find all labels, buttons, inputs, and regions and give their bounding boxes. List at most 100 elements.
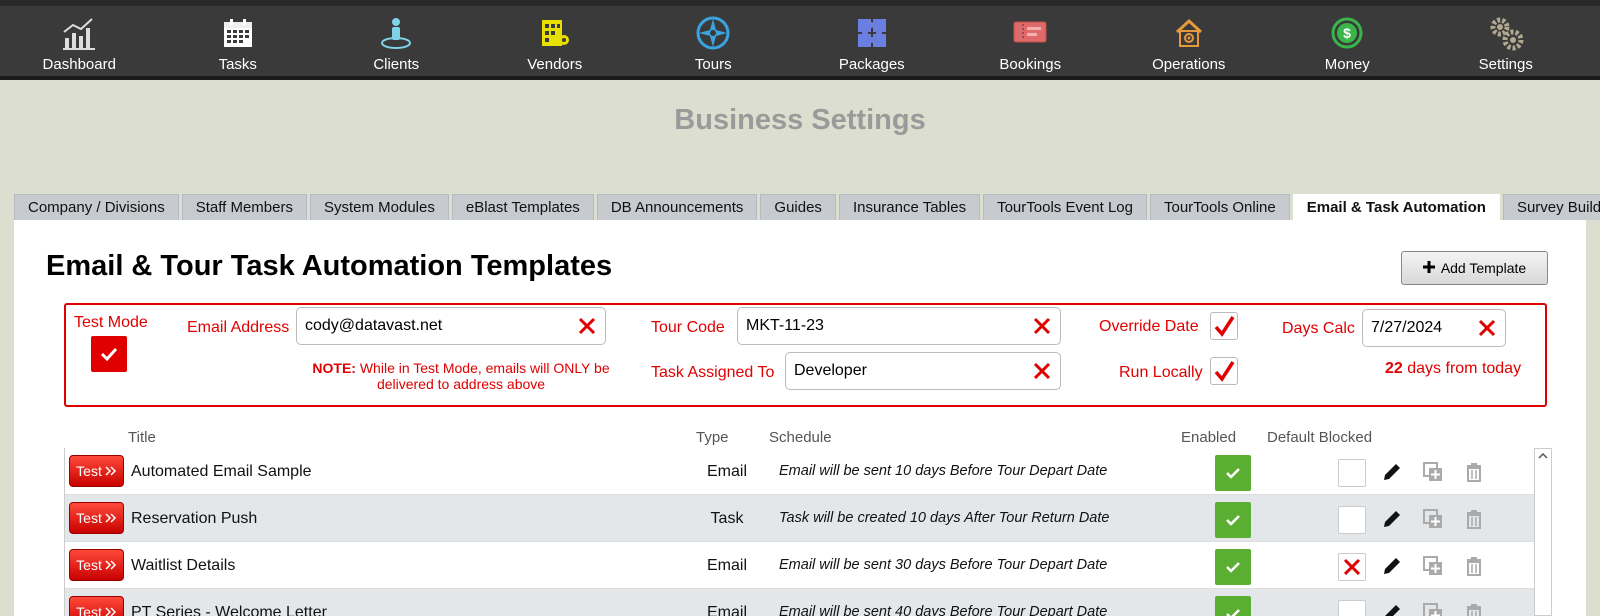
add-template-button[interactable]: Add Template [1401,251,1548,285]
nav-label: Tours [694,56,732,73]
override-date-checkbox[interactable] [1210,312,1238,340]
test-button[interactable]: Test [69,455,124,487]
email-address-field[interactable]: cody@datavast.net [296,307,606,345]
nav-money[interactable]: $ Money [1268,6,1427,76]
nav-clients[interactable]: Clients [317,6,476,76]
nav-packages[interactable]: Packages [793,6,952,76]
enabled-checkbox[interactable] [1215,549,1251,585]
blocked-checkbox[interactable] [1338,600,1366,616]
table-row[interactable]: Test Waitlist Details Email Email will b… [65,542,1534,589]
puzzle-icon [853,14,891,52]
tab-db-announcements[interactable]: DB Announcements [596,194,758,220]
test-button[interactable]: Test [69,549,124,581]
check-icon [100,347,118,361]
row-schedule: Email will be sent 30 days Before Tour D… [779,557,1108,573]
duplicate-icon[interactable] [1422,508,1444,530]
enabled-checkbox[interactable] [1215,455,1251,491]
clear-email-icon[interactable] [577,316,597,336]
row-schedule: Email will be sent 40 days Before Tour D… [779,604,1108,616]
col-header-schedule[interactable]: Schedule [769,429,832,446]
money-icon: $ [1328,14,1366,52]
task-assigned-field[interactable]: Developer [785,352,1061,390]
edit-icon[interactable] [1381,508,1403,530]
clear-days-calc-icon[interactable] [1477,318,1497,338]
edit-icon[interactable] [1381,461,1403,483]
col-header-type[interactable]: Type [696,429,729,446]
nav-operations[interactable]: Operations [1110,6,1269,76]
nav-tasks[interactable]: Tasks [159,6,318,76]
test-button-label: Test [76,463,102,479]
table-row[interactable]: Test PT Series - Welcome Letter Email Em… [65,589,1534,616]
test-mode-label: Test Mode [74,314,148,331]
enabled-checkbox[interactable] [1215,502,1251,538]
tab-email-task-automation[interactable]: Email & Task Automation [1292,194,1500,220]
tour-code-field[interactable]: MKT-11-23 [737,307,1061,345]
tab-insurance-tables[interactable]: Insurance Tables [838,194,981,220]
trash-icon[interactable] [1463,508,1485,530]
tab-eblast-templates[interactable]: eBlast Templates [451,194,594,220]
tab-system-modules[interactable]: System Modules [309,194,449,220]
col-header-default-blocked[interactable]: Default Blocked [1267,429,1372,446]
test-button[interactable]: Test [69,596,124,616]
tab-survey-builder[interactable]: Survey Builder [1502,194,1600,220]
nav-vendors[interactable]: Vendors [476,6,635,76]
blocked-checkbox[interactable] [1338,553,1366,581]
double-chevron-icon [105,560,116,570]
test-mode-checkbox[interactable] [91,336,127,372]
tour-code-label: Tour Code [651,319,725,336]
trash-icon[interactable] [1463,555,1485,577]
enabled-checkbox[interactable] [1215,596,1251,616]
duplicate-icon[interactable] [1422,555,1444,577]
table-row[interactable]: Test Reservation Push Task Task will be … [65,495,1534,542]
edit-icon[interactable] [1381,555,1403,577]
duplicate-icon[interactable] [1422,602,1444,616]
row-schedule: Task will be created 10 days After Tour … [779,510,1110,526]
run-locally-label: Run Locally [1119,364,1203,381]
row-title: Waitlist Details [131,557,236,574]
tab-event-log[interactable]: TourTools Event Log [983,194,1147,220]
test-mode-note: NOTE: While in Test Mode, emails will ON… [296,360,626,392]
blocked-checkbox[interactable] [1338,459,1366,487]
row-type: Email [706,557,747,574]
nav-dashboard[interactable]: Dashboard [0,6,159,76]
tab-staff-members[interactable]: Staff Members [181,194,307,220]
trash-icon[interactable] [1463,461,1485,483]
building-icon [536,14,574,52]
page-title: Business Settings [674,104,926,136]
chart-icon [60,14,98,52]
col-header-title[interactable]: Title [128,429,156,446]
clear-task-assigned-icon[interactable] [1032,361,1052,381]
nav-bookings[interactable]: Bookings [951,6,1110,76]
compass-icon [694,14,732,52]
top-nav: Dashboard Tasks Clients Vendors Tours Pa… [0,0,1600,80]
table-row[interactable]: Test Automated Email Sample Email Email … [65,448,1534,495]
section-title: Email & Tour Task Automation Templates [46,250,613,282]
trash-icon[interactable] [1463,602,1485,616]
check-icon [1214,361,1235,382]
nav-settings[interactable]: Settings [1427,6,1586,76]
days-from-today: 22 days from today [1385,360,1521,378]
run-locally-checkbox[interactable] [1210,357,1238,385]
edit-icon[interactable] [1381,602,1403,616]
double-chevron-icon [105,513,116,523]
duplicate-icon[interactable] [1422,461,1444,483]
clear-tour-code-icon[interactable] [1032,316,1052,336]
tab-tourtools-online[interactable]: TourTools Online [1150,194,1290,220]
email-address-value: cody@datavast.net [305,317,443,334]
templates-table: Test Automated Email Sample Email Email … [64,448,1534,616]
row-title: PT Series - Welcome Letter [131,604,327,616]
blocked-checkbox[interactable] [1338,506,1366,534]
tab-company-divisions[interactable]: Company / Divisions [14,194,179,220]
nav-tours[interactable]: Tours [634,6,793,76]
tab-guides[interactable]: Guides [760,194,836,220]
override-date-label: Override Date [1099,318,1199,335]
col-header-enabled[interactable]: Enabled [1181,429,1236,446]
test-button[interactable]: Test [69,502,124,534]
x-icon [1343,558,1361,576]
days-calc-label: Days Calc [1282,320,1355,337]
plus-icon [1422,260,1435,276]
days-calc-field[interactable]: 7/27/2024 [1362,309,1506,347]
nav-label: Packages [838,56,905,73]
test-button-label: Test [76,557,102,573]
table-scrollbar[interactable] [1534,448,1552,616]
